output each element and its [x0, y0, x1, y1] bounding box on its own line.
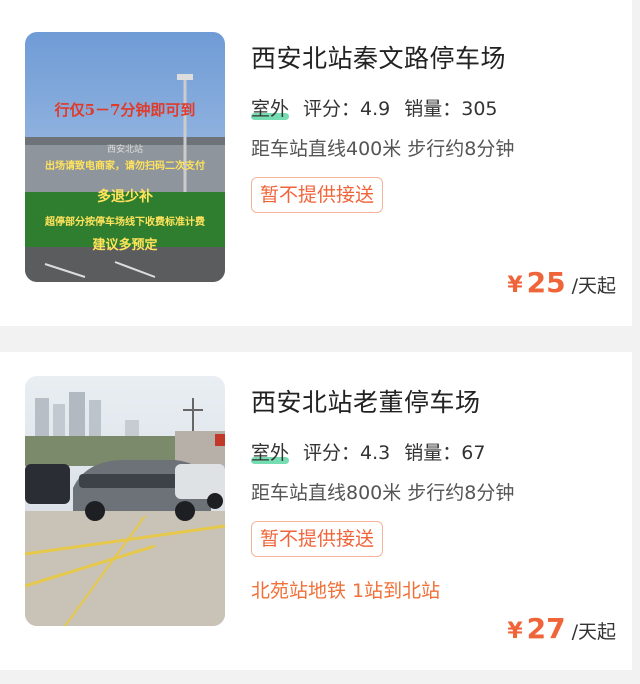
photo-text-line3: 多退少补 — [97, 188, 153, 205]
no-shuttle-badge: 暂不提供接送 — [251, 521, 384, 557]
no-shuttle-badge: 暂不提供接送 — [251, 177, 384, 213]
parking-meta: 室外 评分：4.9 销量：305 — [251, 94, 498, 121]
parking-name[interactable]: 西安北站老董停车场 — [251, 383, 481, 419]
price-value: 27 — [526, 612, 566, 645]
distance-info: 距车站直线400米 步行约8分钟 — [251, 138, 515, 160]
outdoor-tag: 室外 — [251, 98, 290, 120]
photo-building-sign: 西安北站 — [107, 143, 143, 155]
photo-text-line2: 出场请致电商家，请勿扫码二次支付 — [45, 159, 205, 172]
price: ¥27/天起 — [507, 612, 616, 645]
parking-photo[interactable] — [25, 376, 225, 626]
rating: 评分：4.9 — [303, 98, 391, 120]
parking-list: 行仅5－7分钟即可到 西安北站 出场请致电商家，请勿扫码二次支付 多退少补 超停… — [0, 0, 640, 684]
rating: 评分：4.3 — [303, 442, 391, 464]
subway-transit-info: 北苑站地铁 1站到北站 — [251, 580, 441, 602]
outdoor-tag: 室外 — [251, 442, 290, 464]
price-unit: /天起 — [571, 621, 616, 643]
photo-text-line4: 超停部分按停车场线下收费标准计费 — [44, 215, 205, 228]
currency-symbol: ¥ — [507, 273, 523, 298]
currency-symbol: ¥ — [507, 619, 523, 644]
sales-count: 销量：305 — [404, 98, 498, 120]
price: ¥25/天起 — [507, 266, 616, 299]
sales-count: 销量：67 — [404, 442, 486, 464]
price-unit: /天起 — [571, 275, 616, 297]
price-value: 25 — [526, 266, 566, 299]
parking-photo[interactable]: 行仅5－7分钟即可到 西安北站 出场请致电商家，请勿扫码二次支付 多退少补 超停… — [25, 32, 225, 282]
photo-text-line1: 行仅5－7分钟即可到 — [54, 101, 196, 119]
scroll-edge — [632, 0, 640, 684]
parking-name[interactable]: 西安北站秦文路停车场 — [251, 39, 506, 75]
parking-meta: 室外 评分：4.3 销量：67 — [251, 438, 485, 465]
photo-text-line5: 建议多预定 — [92, 237, 157, 253]
distance-info: 距车站直线800米 步行约8分钟 — [251, 482, 515, 504]
